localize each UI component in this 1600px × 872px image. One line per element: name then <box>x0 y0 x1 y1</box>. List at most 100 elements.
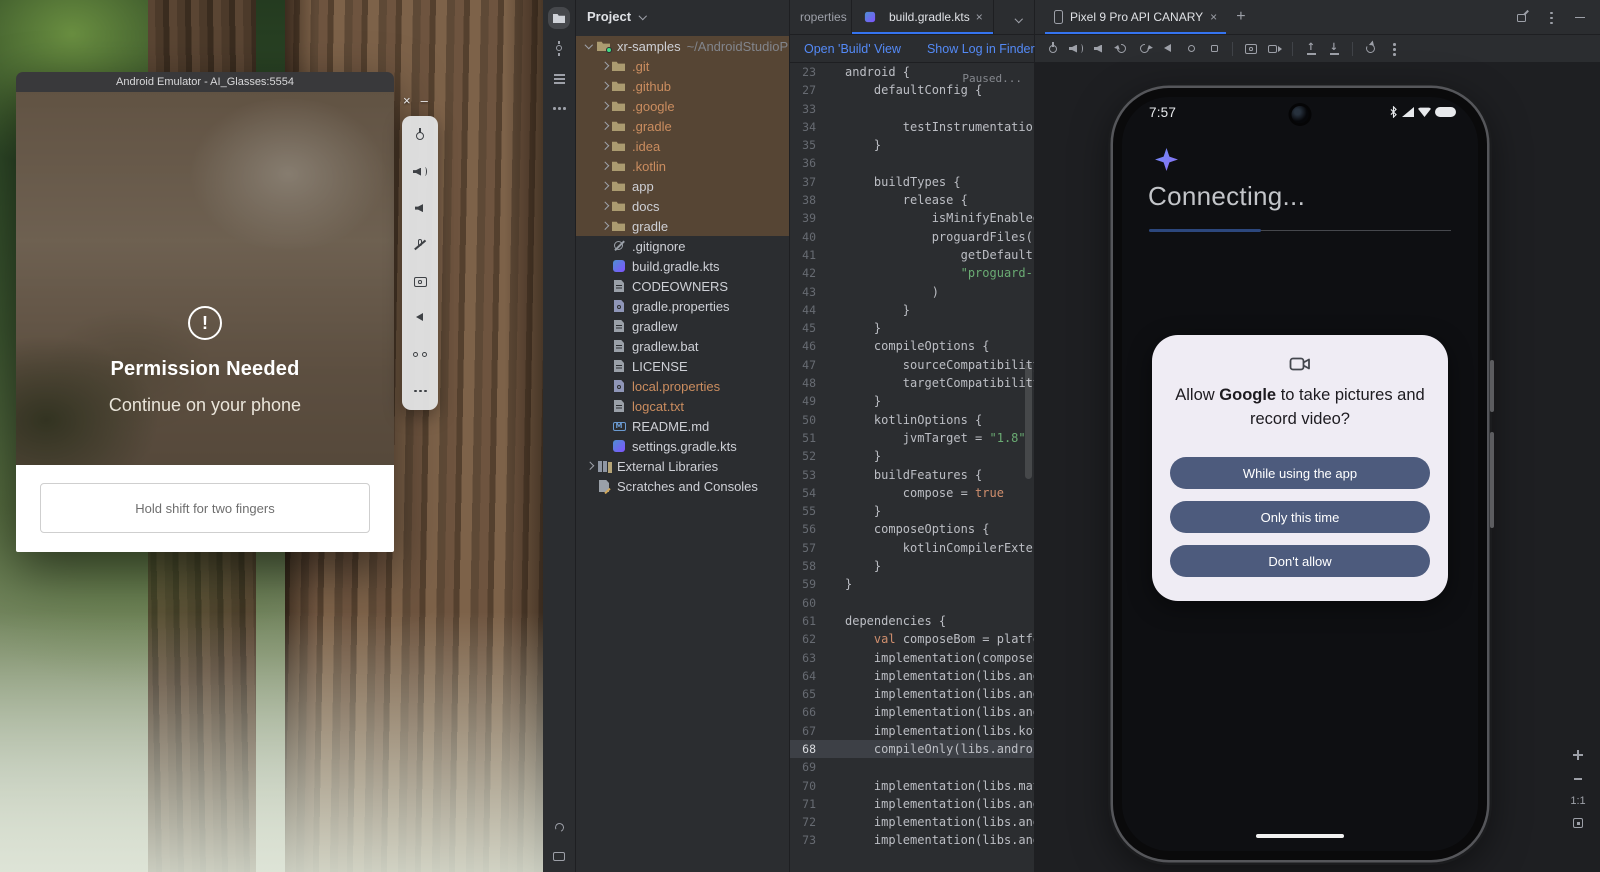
code-line-44[interactable]: 44 } <box>790 301 1034 319</box>
chevron-right-icon[interactable] <box>597 219 611 233</box>
more-vertical-icon[interactable] <box>1543 9 1559 25</box>
tree-item-local-properties[interactable]: local.properties <box>576 376 789 396</box>
emulator-minimize-button[interactable]: – <box>421 93 428 108</box>
tree-item--git[interactable]: .git <box>576 56 789 76</box>
tree-item-external-libraries[interactable]: External Libraries <box>576 456 789 476</box>
code-line-73[interactable]: 73 implementation(libs.andr <box>790 831 1034 849</box>
code-line-66[interactable]: 66 implementation(libs.andr <box>790 703 1034 721</box>
screenshot-icon[interactable] <box>1243 41 1259 57</box>
pull-file-icon[interactable] <box>1326 41 1342 57</box>
push-file-icon[interactable] <box>1303 41 1319 57</box>
open-build-view-link[interactable]: Open 'Build' View <box>804 42 901 56</box>
volume-up-icon[interactable] <box>412 164 428 180</box>
code-line-67[interactable]: 67 implementation(libs.kotl <box>790 722 1034 740</box>
home-icon[interactable] <box>1183 41 1199 57</box>
chevron-right-icon[interactable] <box>597 179 611 193</box>
code-line-41[interactable]: 41 getDefaultPr <box>790 246 1034 264</box>
code-line-71[interactable]: 71 implementation(libs.andr <box>790 795 1034 813</box>
tree-item--gitignore[interactable]: .gitignore <box>576 236 789 256</box>
tree-item--gradle[interactable]: .gradle <box>576 116 789 136</box>
glasses-icon[interactable] <box>412 346 428 362</box>
tab-build-gradle-kts[interactable]: build.gradle.kts × <box>852 0 994 34</box>
volume-down-icon[interactable] <box>1091 41 1107 57</box>
power-icon[interactable] <box>1045 41 1061 57</box>
chevron-right-icon[interactable] <box>582 459 596 473</box>
code-line-68[interactable]: 68 compileOnly(libs.android <box>790 740 1034 758</box>
tree-item-codeowners[interactable]: CODEOWNERS <box>576 276 789 296</box>
editor-scrollbar[interactable] <box>1025 363 1032 479</box>
build-icon[interactable] <box>551 819 567 835</box>
add-device-button[interactable]: + <box>1236 8 1245 26</box>
commit-icon[interactable] <box>551 40 567 56</box>
code-line-39[interactable]: 39 isMinifyEnabled <box>790 209 1034 227</box>
volume-down-icon[interactable] <box>412 200 428 216</box>
code-line-35[interactable]: 35 } <box>790 136 1034 154</box>
tree-item--kotlin[interactable]: .kotlin <box>576 156 789 176</box>
tab-gradle-properties[interactable]: roperties <box>790 0 852 34</box>
hide-icon[interactable] <box>1572 9 1588 25</box>
tree-item-gradlew[interactable]: gradlew <box>576 316 789 336</box>
code-line-51[interactable]: 51 jvmTarget = "1.8" <box>790 429 1034 447</box>
code-line-61[interactable]: 61dependencies { <box>790 612 1034 630</box>
tree-item-xr-samples[interactable]: xr-samples ~/AndroidStudioProj <box>576 36 789 56</box>
chevron-right-icon[interactable] <box>597 79 611 93</box>
code-line-57[interactable]: 57 kotlinCompilerExtens <box>790 539 1034 557</box>
code-line-64[interactable]: 64 implementation(libs.andr <box>790 667 1034 685</box>
code-line-53[interactable]: 53 buildFeatures { <box>790 466 1034 484</box>
project-icon[interactable] <box>551 10 567 26</box>
tree-item-settings-gradle-kts[interactable]: settings.gradle.kts <box>576 436 789 456</box>
code-line-55[interactable]: 55 } <box>790 502 1034 520</box>
code-line-45[interactable]: 45 } <box>790 319 1034 337</box>
terminal-icon[interactable] <box>551 848 567 864</box>
back-icon[interactable] <box>1160 41 1176 57</box>
code-line-65[interactable]: 65 implementation(libs.andr <box>790 685 1034 703</box>
tree-item-scratches-and-consoles[interactable]: Scratches and Consoles <box>576 476 789 496</box>
tree-item-readme-md[interactable]: README.md <box>576 416 789 436</box>
code-line-69[interactable]: 69 <box>790 758 1034 776</box>
code-line-58[interactable]: 58 } <box>790 557 1034 575</box>
show-log-in-finder-link[interactable]: Show Log in Finder <box>927 42 1035 56</box>
chevron-right-icon[interactable] <box>597 159 611 173</box>
chevron-down-icon[interactable] <box>636 10 650 24</box>
code-line-46[interactable]: 46 compileOptions { <box>790 337 1034 355</box>
tree-item-license[interactable]: LICENSE <box>576 356 789 376</box>
chevron-down-icon[interactable] <box>582 39 596 53</box>
zoom-in-button[interactable] <box>1570 747 1586 763</box>
tree-item-gradle-properties[interactable]: gradle.properties <box>576 296 789 316</box>
emulator-close-button[interactable]: × <box>403 93 411 108</box>
more-icon[interactable] <box>412 383 428 399</box>
more-icon[interactable] <box>551 100 567 116</box>
code-line-60[interactable]: 60 <box>790 594 1034 612</box>
code-line-50[interactable]: 50 kotlinOptions { <box>790 411 1034 429</box>
zoom-out-button[interactable] <box>1570 771 1586 787</box>
camera-icon[interactable] <box>412 273 428 289</box>
code-line-47[interactable]: 47 sourceCompatibility <box>790 356 1034 374</box>
power-icon[interactable] <box>412 127 428 143</box>
chevron-right-icon[interactable] <box>597 199 611 213</box>
tree-item-gradle[interactable]: gradle <box>576 216 789 236</box>
tree-item-build-gradle-kts[interactable]: build.gradle.kts <box>576 256 789 276</box>
chevron-right-icon[interactable] <box>597 139 611 153</box>
code-line-34[interactable]: 34 testInstrumentationR <box>790 118 1034 136</box>
code-line-70[interactable]: 70 implementation(libs.mate <box>790 777 1034 795</box>
overview-icon[interactable] <box>1206 41 1222 57</box>
snapshot-icon[interactable] <box>1363 41 1379 57</box>
zoom-level[interactable]: 1:1 <box>1570 795 1585 807</box>
open-window-icon[interactable] <box>1514 9 1530 25</box>
code-line-36[interactable]: 36 <box>790 154 1034 172</box>
chevron-right-icon[interactable] <box>597 119 611 133</box>
code-line-48[interactable]: 48 targetCompatibility <box>790 374 1034 392</box>
project-panel-title[interactable]: Project <box>587 9 631 24</box>
tab-pixel-9-pro-api-canary[interactable]: Pixel 9 Pro API CANARY × <box>1045 0 1226 34</box>
permission-button-1[interactable]: While using the app <box>1170 457 1430 489</box>
code-line-54[interactable]: 54 compose = true <box>790 484 1034 502</box>
phone-screen[interactable]: 7:57 Connecting... <box>1122 97 1478 851</box>
code-line-72[interactable]: 72 implementation(libs.andr <box>790 813 1034 831</box>
close-tab-icon[interactable]: × <box>976 10 983 24</box>
tree-item--google[interactable]: .google <box>576 96 789 116</box>
code-line-38[interactable]: 38 release { <box>790 191 1034 209</box>
tree-item-app[interactable]: app <box>576 176 789 196</box>
code-editor[interactable]: 23android {27 defaultConfig {3334 testIn… <box>790 63 1034 872</box>
chevron-right-icon[interactable] <box>597 59 611 73</box>
permission-button-2[interactable]: Only this time <box>1170 501 1430 533</box>
